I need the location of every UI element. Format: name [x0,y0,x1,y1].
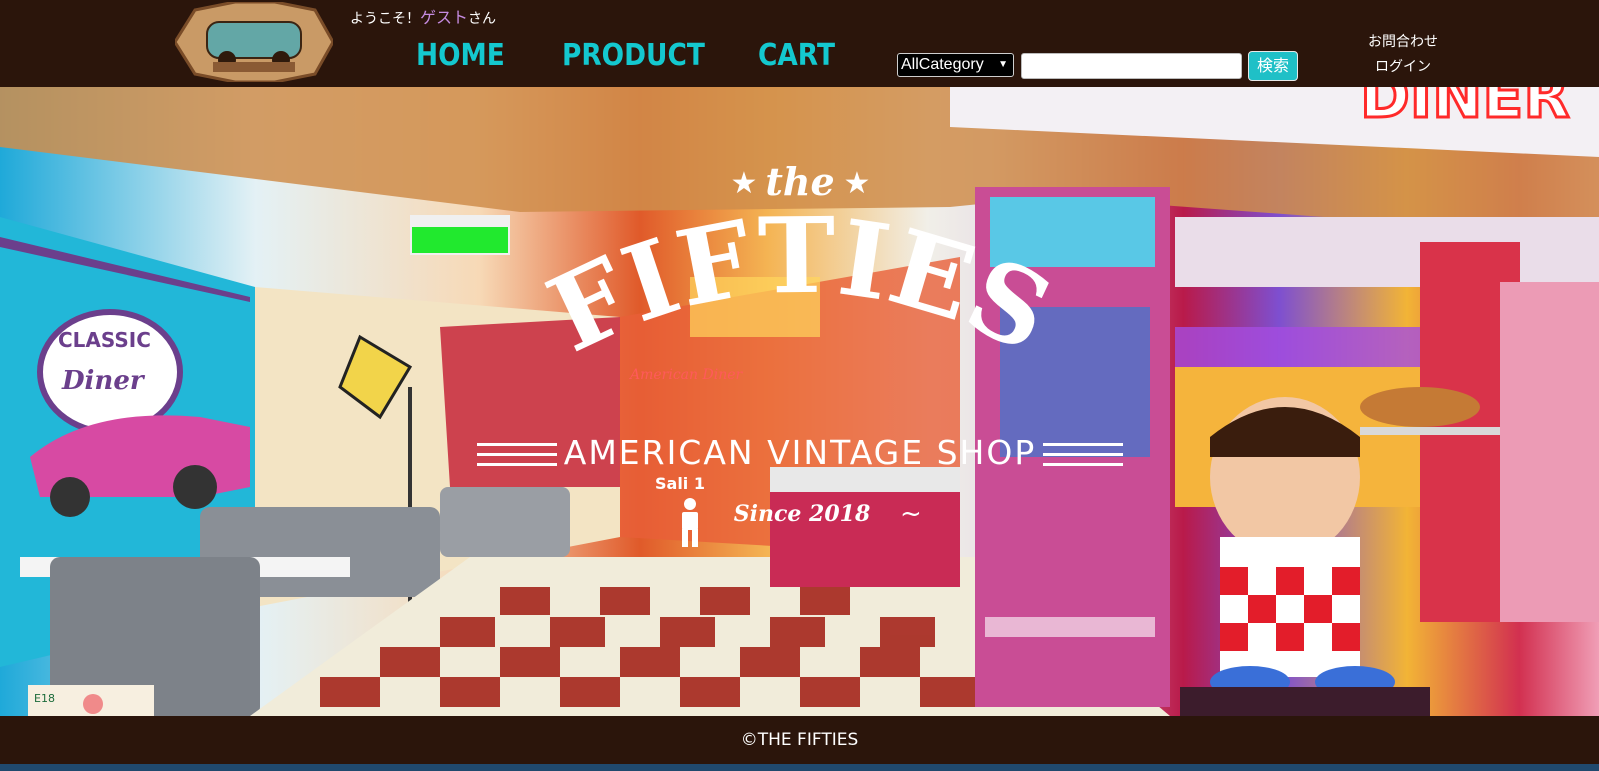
copyright-text: ©THE FIFTIES [740,730,859,750]
chevron-down-icon: ▼ [998,59,1008,70]
login-link[interactable]: ログイン [1363,55,1443,80]
star-icon: ★ [731,166,758,201]
fifties-car-logo[interactable] [175,2,333,82]
diner-sign-text: DINER [1360,87,1570,132]
account-links: お問合わせ ログイン [1363,30,1443,80]
e18-label: E18 [34,692,55,705]
nav-cart-link[interactable]: CART [758,38,835,73]
welcome-message: ようこそ！ゲストさん [350,4,496,28]
diner-script-text: Diner [61,366,146,396]
tilde-ornament: ~ [900,499,922,529]
welcome-suffix: さん [468,11,497,27]
search-button[interactable]: 検索 [1248,51,1298,81]
hero-banner-image: DINER CLASSIC Diner American Diner the ★… [0,87,1599,716]
taskbar-strip [0,764,1599,771]
nav-product-link[interactable]: PRODUCT [562,38,705,73]
nav-home-link[interactable]: HOME [416,38,505,73]
guest-name: ゲスト [420,8,469,27]
sali-sign-text: Sali 1 [655,474,705,493]
category-select[interactable]: AllCategory ▼ [897,53,1014,77]
neon-sign-text: American Diner [628,367,743,383]
welcome-prefix: ようこそ！ [350,11,420,27]
contact-link[interactable]: お問合わせ [1363,30,1443,55]
star-icon: ★ [844,166,871,201]
search-input[interactable] [1021,53,1242,79]
since-text: Since 2018 [734,501,871,527]
tagline-text: AMERICAN VINTAGE SHOP [564,433,1036,472]
site-header: ようこそ！ゲストさん HOME PRODUCT CART AllCategory… [0,0,1599,87]
classic-sign-text: CLASSIC [58,328,151,352]
site-footer: ©THE FIFTIES [0,716,1599,764]
diner-illustration: DINER CLASSIC Diner American Diner the ★… [0,87,1599,716]
category-select-value: AllCategory [901,56,984,73]
